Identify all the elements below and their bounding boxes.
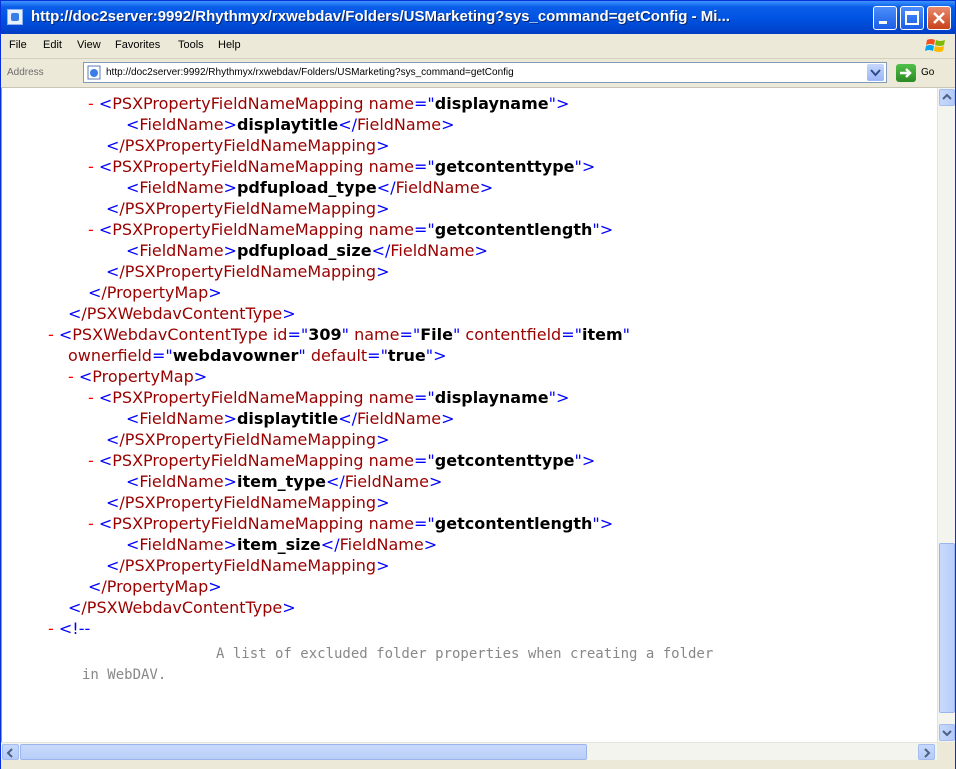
scrollbar-corner [937, 742, 955, 760]
xml-line: <FieldName>pdfupload_size</FieldName> [126, 241, 488, 260]
xml-line: - <PSXPropertyFieldNameMapping name="dis… [88, 388, 570, 407]
minimize-button[interactable] [873, 6, 897, 30]
scroll-up-button[interactable] [939, 89, 955, 106]
menu-tools[interactable]: Tools [178, 39, 204, 51]
xml-line: - <PSXWebdavContentType id="309" name="F… [48, 325, 630, 344]
windows-logo-icon [925, 39, 945, 52]
xml-line: <FieldName>displaytitle</FieldName> [126, 115, 455, 134]
xml-line: <FieldName>item_type</FieldName> [126, 472, 443, 491]
xml-line: </PSXPropertyFieldNameMapping> [106, 493, 390, 512]
chevron-down-icon [942, 730, 952, 737]
collapse-toggle[interactable]: - [88, 388, 94, 407]
xml-line: <FieldName>displaytitle</FieldName> [126, 409, 455, 428]
menu-bar: File Edit View Favorites Tools Help [1, 34, 955, 59]
vertical-scrollbar[interactable] [937, 88, 955, 742]
maximize-button[interactable] [900, 6, 924, 30]
maximize-icon [905, 11, 919, 25]
menu-view[interactable]: View [77, 39, 101, 51]
xml-line: ownerfield="webdavowner" default="true"> [68, 346, 447, 365]
xml-line: - <PSXPropertyFieldNameMapping name="get… [88, 157, 596, 176]
scroll-right-button[interactable] [918, 744, 935, 760]
address-input[interactable]: http://doc2server:9992/Rhythmyx/rxwebdav… [83, 62, 887, 83]
xml-line: </PSXWebdavContentType> [68, 304, 296, 323]
go-button[interactable] [896, 64, 916, 82]
vertical-scroll-thumb[interactable] [939, 543, 955, 713]
xml-comment-line: in WebDAV. [82, 667, 167, 683]
title-bar[interactable]: http://doc2server:9992/Rhythmyx/rxwebdav… [1, 1, 955, 34]
xml-line: <FieldName>pdfupload_type</FieldName> [126, 178, 494, 197]
collapse-toggle[interactable]: - [68, 367, 74, 386]
scroll-down-button[interactable] [939, 724, 955, 741]
collapse-toggle[interactable]: - [88, 451, 94, 470]
address-dropdown-button[interactable] [867, 64, 884, 81]
collapse-toggle[interactable]: - [88, 220, 94, 239]
minimize-icon [879, 21, 887, 24]
collapse-toggle[interactable]: - [48, 325, 54, 344]
collapse-toggle[interactable]: - [88, 157, 94, 176]
xml-comment-line: A list of excluded folder properties whe… [216, 646, 714, 662]
menu-help[interactable]: Help [218, 39, 241, 51]
close-button[interactable] [927, 6, 951, 30]
xml-line: - <PSXPropertyFieldNameMapping name="get… [88, 514, 614, 533]
collapse-toggle[interactable]: - [88, 94, 94, 113]
horizontal-scrollbar[interactable] [1, 742, 937, 760]
xml-document-view[interactable]: - <PSXPropertyFieldNameMapping name="dis… [1, 88, 937, 742]
xml-line: </PSXPropertyFieldNameMapping> [106, 199, 390, 218]
xml-line: <FieldName>item_size</FieldName> [126, 535, 438, 554]
xml-line: - <PSXPropertyFieldNameMapping name="dis… [88, 94, 570, 113]
address-label: Address [7, 67, 44, 78]
go-arrow-icon [900, 68, 912, 78]
chevron-right-icon [924, 748, 931, 758]
address-bar: Address http://doc2server:9992/Rhythmyx/… [1, 59, 955, 88]
menu-edit[interactable]: Edit [43, 39, 62, 51]
xml-line: - <PSXPropertyFieldNameMapping name="get… [88, 451, 596, 470]
collapse-toggle[interactable]: - [88, 514, 94, 533]
xml-line: - <PropertyMap> [68, 367, 208, 386]
xml-line: - <PSXPropertyFieldNameMapping name="get… [88, 220, 614, 239]
go-label[interactable]: Go [921, 67, 934, 78]
xml-line: </PSXPropertyFieldNameMapping> [106, 262, 390, 281]
horizontal-scroll-thumb[interactable] [20, 744, 587, 760]
scroll-left-button[interactable] [2, 744, 19, 760]
chevron-down-icon [870, 69, 881, 77]
ie-page-icon [7, 9, 23, 25]
menu-favorites[interactable]: Favorites [115, 39, 160, 51]
close-icon [933, 12, 945, 24]
xml-line: </PropertyMap> [88, 283, 222, 302]
chevron-up-icon [942, 93, 952, 100]
xml-line: </PSXPropertyFieldNameMapping> [106, 556, 390, 575]
xml-line: </PSXPropertyFieldNameMapping> [106, 430, 390, 449]
window-title: http://doc2server:9992/Rhythmyx/rxwebdav… [31, 8, 730, 25]
xml-line: </PropertyMap> [88, 577, 222, 596]
browser-window: http://doc2server:9992/Rhythmyx/rxwebdav… [0, 0, 956, 769]
collapse-toggle[interactable]: - [48, 619, 54, 638]
xml-line: </PSXPropertyFieldNameMapping> [106, 136, 390, 155]
xml-line: </PSXWebdavContentType> [68, 598, 296, 617]
address-url: http://doc2server:9992/Rhythmyx/rxwebdav… [106, 67, 514, 78]
xml-line: - <!-- [48, 619, 91, 638]
menu-file[interactable]: File [9, 39, 27, 51]
chevron-left-icon [6, 748, 13, 758]
ie-page-icon [87, 65, 101, 80]
status-bar [1, 760, 955, 769]
